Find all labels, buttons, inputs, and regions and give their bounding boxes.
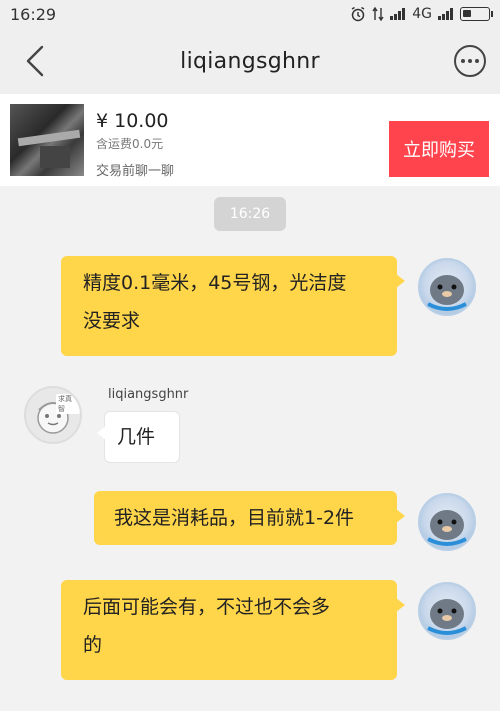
more-options-icon[interactable] [454,45,486,77]
signal-icon [390,8,406,20]
sender-name: liqiangsghnr [108,387,189,402]
message-line: 后面可能会有，不过也不会多 [83,596,331,618]
buy-now-button[interactable]: 立即购买 [389,121,489,177]
sender-avatar[interactable]: 求真智 [24,386,82,444]
message-bubble-sent[interactable]: 后面可能会有，不过也不会多 的 [61,580,405,680]
status-bar: 16:29 4G [0,0,500,28]
message-bubble-sent[interactable]: 我这是消耗品，目前就1-2件 [94,491,405,545]
seal-mascot-icon [427,275,467,311]
my-avatar[interactable] [418,582,476,640]
message-bubble-sent[interactable]: 精度0.1毫米，45号钢，光洁度 没要求 [61,256,405,356]
avatar-tag: 求真智 [56,394,80,414]
product-price: ¥ 10.00 [96,110,169,132]
chat-hint: 交易前聊一聊 [96,164,175,179]
nav-bar: liqiangsghnr [0,28,500,94]
message-line: 几件 [117,426,156,448]
product-thumbnail[interactable] [10,104,84,176]
shipping-info: 含运费0.0元 [96,137,164,151]
message-bubble-received[interactable]: 几件 [97,411,180,463]
status-time: 16:29 [10,4,57,24]
seal-mascot-icon [427,599,467,635]
message-line: 我这是消耗品，目前就1-2件 [114,507,355,529]
network-type: 4G [412,6,432,22]
data-transfer-icon [372,6,384,22]
alarm-icon [351,6,365,22]
signal-icon-2 [438,8,454,20]
battery-icon [460,7,493,21]
seal-mascot-icon [427,510,467,546]
chat-timestamp: 16:26 [214,197,286,231]
my-avatar[interactable] [418,258,476,316]
status-icons: 4G [350,6,493,22]
message-line: 的 [83,634,103,656]
chat-title: liqiangsghnr [180,48,320,74]
product-card[interactable]: ¥ 10.00 含运费0.0元 交易前聊一聊 立即购买 [0,94,500,186]
my-avatar[interactable] [418,493,476,551]
message-line: 没要求 [83,310,141,332]
message-line: 精度0.1毫米，45号钢，光洁度 [83,272,347,294]
back-chevron-icon[interactable] [20,44,50,78]
